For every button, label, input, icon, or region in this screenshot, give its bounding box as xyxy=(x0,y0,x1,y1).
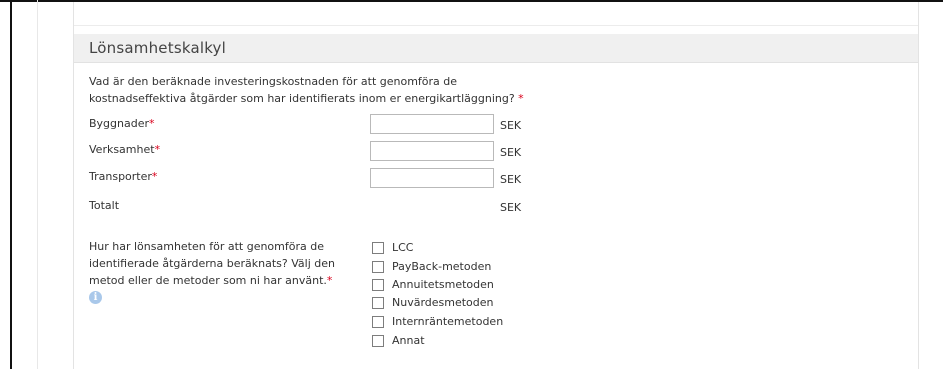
required-marker: * xyxy=(518,92,524,105)
method-question-line3: metod eller de metoder som ni har använt… xyxy=(89,274,327,287)
required-marker: * xyxy=(151,170,158,183)
investment-question-line1: Vad är den beräknade investeringskostnad… xyxy=(89,75,458,88)
investment-question: Vad är den beräknade investeringskostnad… xyxy=(89,73,649,107)
panel-separator xyxy=(74,25,918,26)
required-marker: * xyxy=(326,274,333,287)
checkbox-label: Annuitetsmetoden xyxy=(392,278,494,291)
checkbox-label: Annat xyxy=(392,334,425,347)
method-question-line2: identifierade åtgärderna beräknats? Välj… xyxy=(89,257,335,270)
transporter-label: Transporter* xyxy=(89,170,158,183)
byggnader-label: Byggnader* xyxy=(89,117,155,130)
checkbox[interactable] xyxy=(372,335,384,347)
required-marker: * xyxy=(154,143,161,156)
required-marker: * xyxy=(149,117,155,130)
gutter-divider xyxy=(37,0,38,369)
total-label: Totalt xyxy=(89,199,120,212)
checkbox[interactable] xyxy=(372,261,384,273)
checkbox-label: Internräntemetoden xyxy=(392,315,504,328)
checkbox[interactable] xyxy=(372,297,384,309)
checkbox-label: LCC xyxy=(392,241,414,254)
total-unit: SEK xyxy=(500,201,522,214)
checkbox-label: Nuvärdesmetoden xyxy=(392,296,494,309)
checkbox-label: PayBack-metoden xyxy=(392,260,492,273)
verksamhet-input[interactable] xyxy=(370,141,494,161)
section-title: Lönsamhetskalkyl xyxy=(89,39,227,57)
checkbox[interactable] xyxy=(372,316,384,328)
window-left-border xyxy=(10,0,12,369)
byggnader-unit: SEK xyxy=(500,119,522,132)
method-question: Hur har lönsamheten för att genomföra de… xyxy=(89,238,364,289)
info-icon[interactable]: i xyxy=(89,291,102,304)
method-question-line1: Hur har lönsamheten för att genomföra de xyxy=(89,240,324,253)
byggnader-input[interactable] xyxy=(370,114,494,134)
transporter-input[interactable] xyxy=(370,168,494,188)
verksamhet-unit: SEK xyxy=(500,146,522,159)
checkbox[interactable] xyxy=(372,242,384,254)
form-panel: Lönsamhetskalkyl Vad är den beräknade in… xyxy=(73,2,919,369)
section-header: Lönsamhetskalkyl xyxy=(74,34,918,63)
investment-question-line2: kostnadseffektiva åtgärder som har ident… xyxy=(89,92,515,105)
verksamhet-label: Verksamhet* xyxy=(89,143,161,156)
checkbox[interactable] xyxy=(372,279,384,291)
transporter-unit: SEK xyxy=(500,173,522,186)
